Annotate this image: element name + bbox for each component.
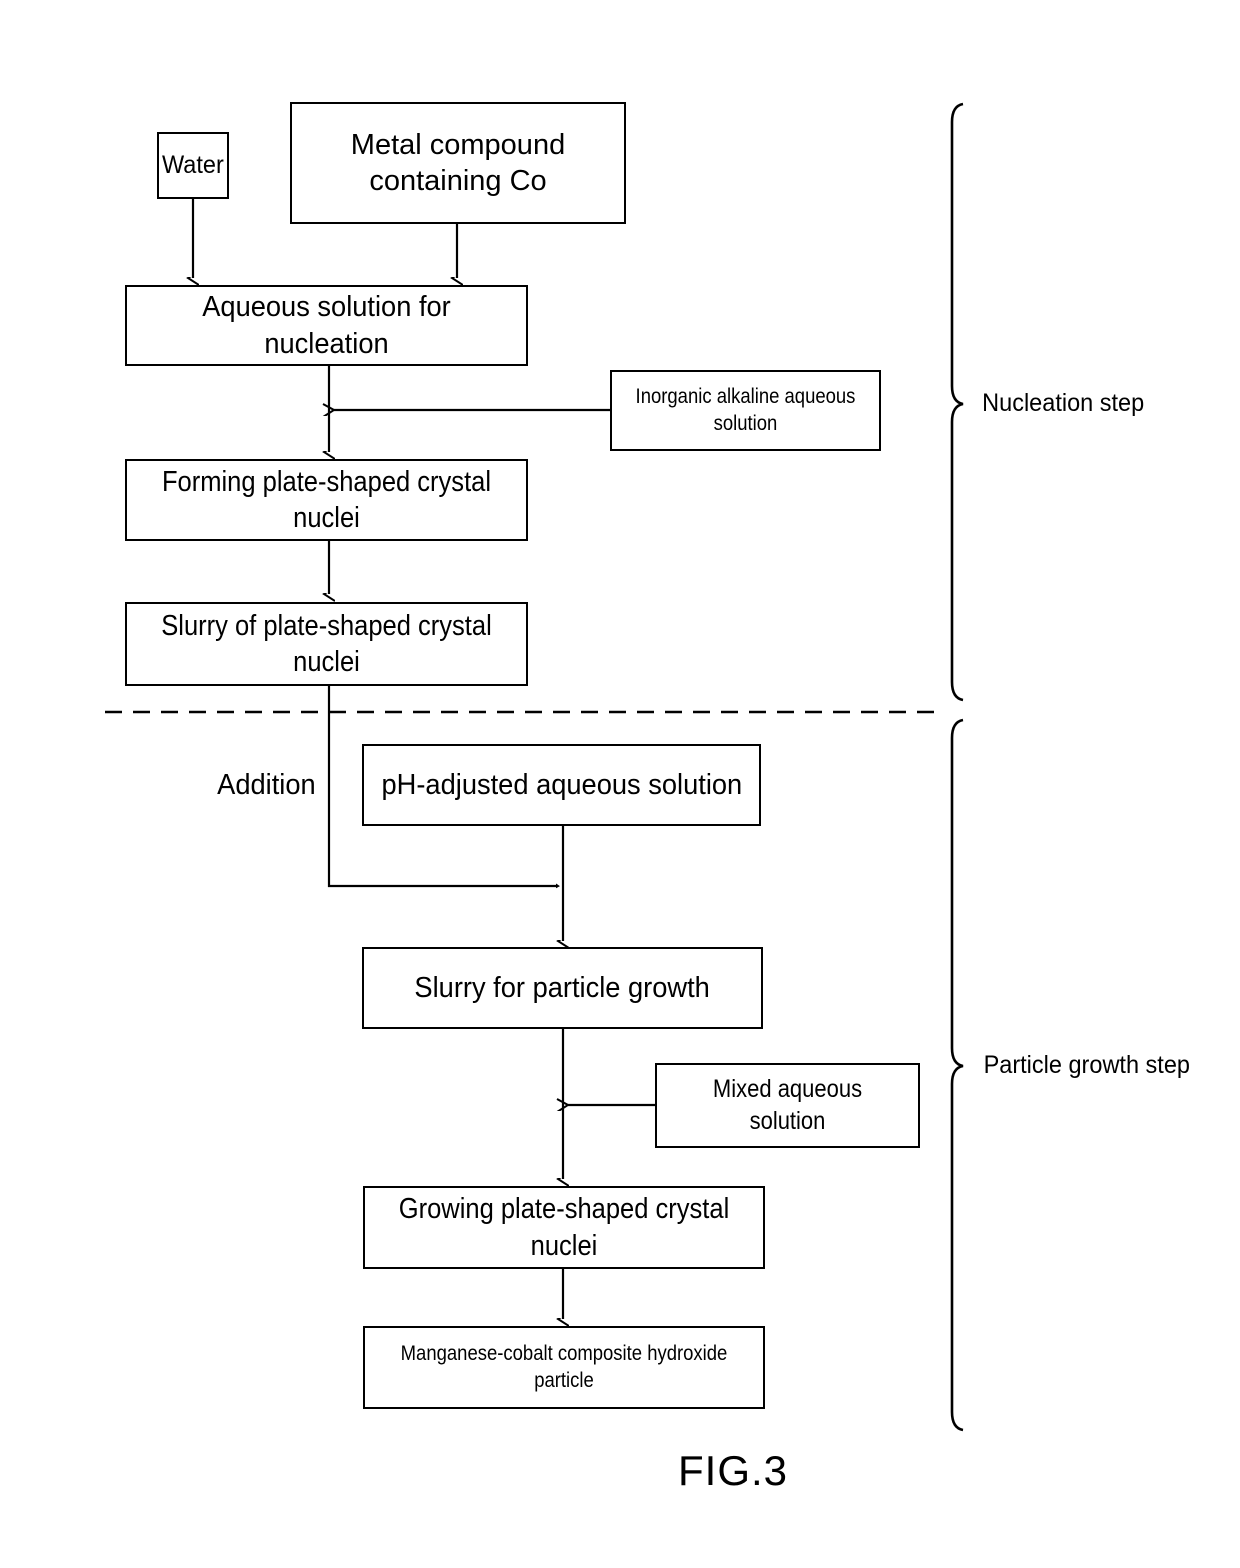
- brace-nucleation-step: [950, 102, 964, 702]
- brace-label-particle-growth-step: Particle growth step: [977, 1051, 1197, 1080]
- node-slurry-for-particle-growth-label: Slurry for particle growth: [414, 971, 711, 1004]
- brace-label-nucleation-step-text: Nucleation step: [982, 389, 1145, 417]
- node-aqueous-solution-for-nucleation-label: Aqueous solution for nucleation: [202, 291, 451, 360]
- node-growing-plate-shaped-crystal-nuclei[interactable]: Growing plate-shaped crystal nuclei: [363, 1186, 765, 1269]
- figure-caption: FIG.3: [678, 1447, 789, 1494]
- node-water-label: Water: [162, 150, 224, 179]
- brace-particle-growth-step: [950, 718, 964, 1432]
- node-inorganic-alkaline-aqueous-solution[interactable]: Inorganic alkaline aqueous solution: [610, 370, 881, 451]
- figure-canvas: Water Metal compound containing Co Aqueo…: [0, 0, 1240, 1568]
- brace-label-nucleation-step: Nucleation step: [977, 389, 1149, 418]
- annotation-addition-label: Addition: [217, 769, 316, 801]
- node-ph-adjusted-aqueous-solution-label: pH-adjusted aqueous solution: [381, 768, 742, 801]
- node-metal-compound[interactable]: Metal compound containing Co: [290, 102, 626, 224]
- node-forming-plate-shaped-crystal-nuclei[interactable]: Forming plate-shaped crystal nuclei: [125, 459, 528, 541]
- annotation-addition: Addition: [214, 769, 319, 802]
- node-water[interactable]: Water: [157, 132, 229, 199]
- node-metal-compound-label: Metal compound containing Co: [350, 128, 566, 197]
- node-slurry-of-plate-shaped-crystal-nuclei-label: Slurry of plate-shaped crystal nuclei: [161, 609, 492, 678]
- node-mixed-aqueous-solution[interactable]: Mixed aqueous solution: [655, 1063, 920, 1148]
- node-slurry-of-plate-shaped-crystal-nuclei[interactable]: Slurry of plate-shaped crystal nuclei: [125, 602, 528, 686]
- node-manganese-cobalt-composite-hydroxide-particle[interactable]: Manganese-cobalt composite hydroxide par…: [363, 1326, 765, 1409]
- node-growing-plate-shaped-crystal-nuclei-label: Growing plate-shaped crystal nuclei: [398, 1193, 730, 1262]
- node-slurry-for-particle-growth[interactable]: Slurry for particle growth: [362, 947, 763, 1029]
- node-ph-adjusted-aqueous-solution[interactable]: pH-adjusted aqueous solution: [362, 744, 761, 826]
- node-forming-plate-shaped-crystal-nuclei-label: Forming plate-shaped crystal nuclei: [161, 465, 492, 534]
- brace-label-particle-growth-step-text: Particle growth step: [983, 1051, 1190, 1079]
- node-aqueous-solution-for-nucleation[interactable]: Aqueous solution for nucleation: [125, 285, 528, 366]
- node-inorganic-alkaline-aqueous-solution-label: Inorganic alkaline aqueous solution: [635, 385, 856, 435]
- node-mixed-aqueous-solution-label: Mixed aqueous solution: [712, 1075, 863, 1135]
- node-manganese-cobalt-composite-hydroxide-particle-label: Manganese-cobalt composite hydroxide par…: [400, 1342, 728, 1392]
